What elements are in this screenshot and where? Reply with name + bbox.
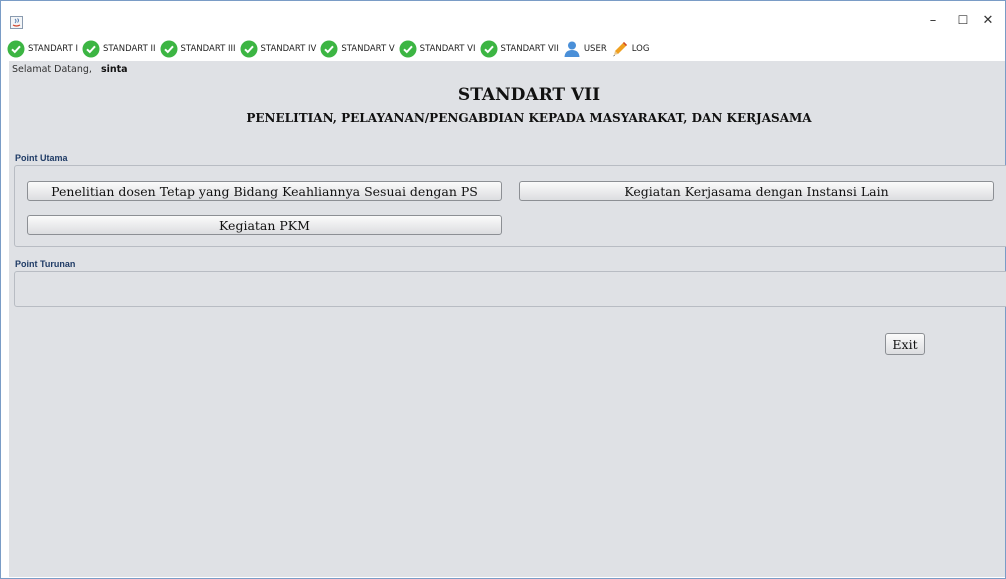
welcome-message: Selamat Datang, sinta	[12, 64, 128, 75]
point-utama-label: Point Utama	[15, 153, 68, 163]
menu-item-standart-3[interactable]: STANDART III	[160, 38, 240, 60]
menu-item-label: STANDART V	[341, 44, 395, 54]
point-turunan-panel	[14, 271, 1006, 307]
menu-item-log[interactable]: LOG	[611, 38, 654, 60]
check-circle-icon	[82, 40, 100, 58]
point-utama-panel: Penelitian dosen Tetap yang Bidang Keahl…	[14, 165, 1006, 247]
username: sinta	[100, 64, 128, 75]
menu-item-standart-7[interactable]: STANDART VII	[480, 38, 563, 60]
page-subtitle: PENELITIAN, PELAYANAN/PENGABDIAN KEPADA …	[246, 111, 812, 125]
page-title: STANDART VII	[457, 85, 601, 105]
menu-item-standart-5[interactable]: STANDART V	[320, 38, 398, 60]
title-bar: – ☐ ✕	[1, 1, 1005, 37]
check-circle-icon	[7, 40, 25, 58]
check-circle-icon	[240, 40, 258, 58]
exit-button[interactable]: Exit	[885, 333, 925, 355]
kegiatan-pkm-button[interactable]: Kegiatan PKM	[27, 215, 502, 235]
menu-item-standart-4[interactable]: STANDART IV	[240, 38, 321, 60]
menu-item-standart-6[interactable]: STANDART VI	[399, 38, 480, 60]
pencil-icon	[611, 40, 629, 58]
menu-item-label: LOG	[631, 44, 650, 54]
menu-bar: STANDART I STANDART II STANDART III STAN…	[1, 38, 1005, 60]
menu-item-user[interactable]: USER	[563, 38, 611, 60]
minimize-button[interactable]: –	[918, 9, 948, 31]
check-circle-icon	[320, 40, 338, 58]
point-turunan-label: Point Turunan	[15, 259, 76, 269]
menu-item-standart-1[interactable]: STANDART I	[7, 38, 82, 60]
menu-item-label: STANDART VII	[500, 44, 559, 54]
penelitian-dosen-button[interactable]: Penelitian dosen Tetap yang Bidang Keahl…	[27, 181, 502, 201]
user-icon	[563, 40, 581, 58]
kerjasama-instansi-button[interactable]: Kegiatan Kerjasama dengan Instansi Lain	[519, 181, 994, 201]
menu-item-label: STANDART IV	[260, 44, 317, 54]
application-window: – ☐ ✕ STANDART I STANDART II STANDART II…	[0, 0, 1006, 579]
close-button[interactable]: ✕	[973, 9, 1003, 31]
menu-item-label: STANDART III	[180, 44, 236, 54]
menu-item-label: USER	[583, 44, 607, 54]
main-content: Selamat Datang, sinta STANDART VII PENEL…	[9, 61, 1006, 577]
welcome-prefix: Selamat Datang,	[12, 64, 92, 75]
check-circle-icon	[399, 40, 417, 58]
menu-item-label: STANDART II	[103, 44, 156, 54]
menu-item-standart-2[interactable]: STANDART II	[82, 38, 160, 60]
java-app-icon	[10, 14, 23, 29]
menu-item-label: STANDART I	[28, 44, 78, 54]
check-circle-icon	[480, 40, 498, 58]
check-circle-icon	[160, 40, 178, 58]
menu-item-label: STANDART VI	[419, 44, 476, 54]
